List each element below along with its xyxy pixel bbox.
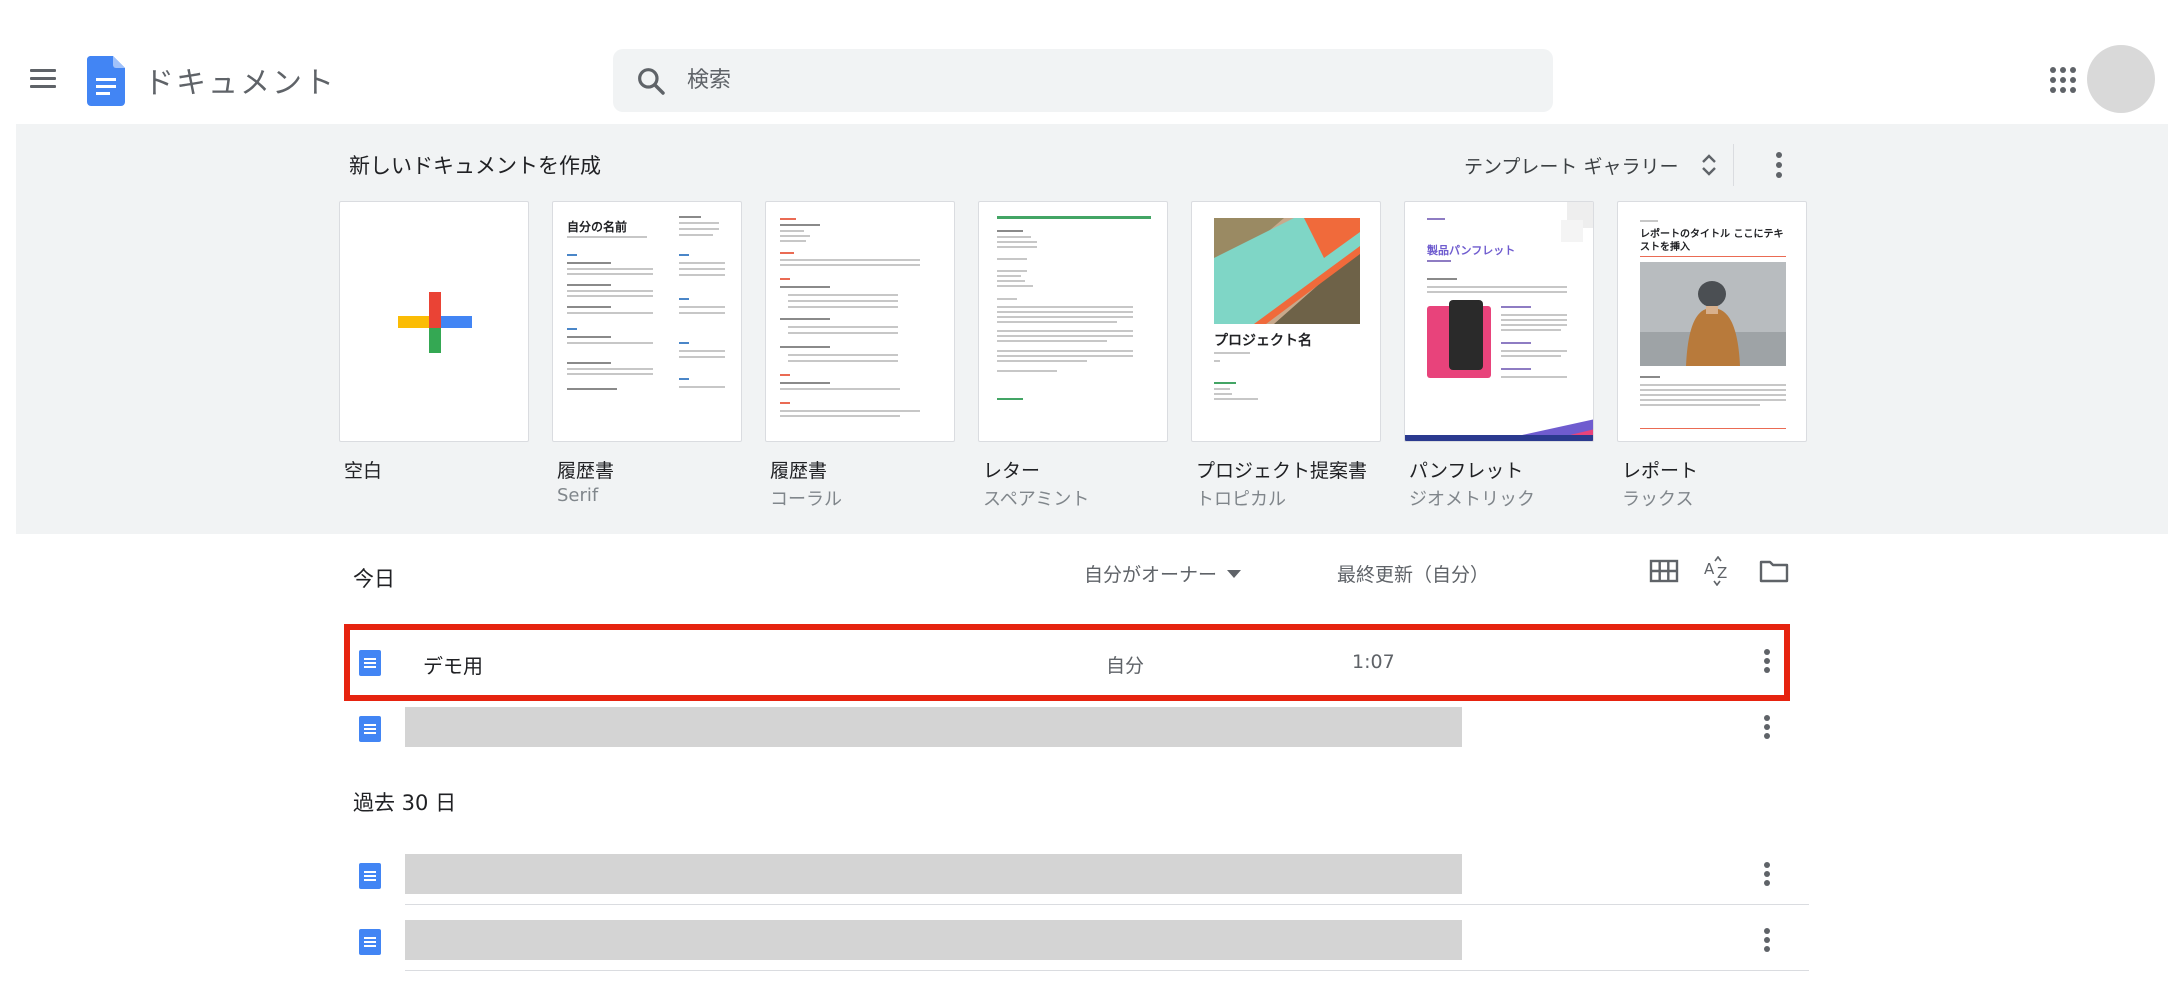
doc-file-icon [359,929,381,955]
row-divider [405,970,1809,971]
more-vert-icon[interactable] [1757,857,1777,891]
google-apps-icon[interactable] [2049,66,2077,94]
file-row[interactable]: デモ用 自分 1:07 [349,630,1809,692]
divider [1733,144,1734,186]
template-name: 履歴書 [770,460,828,482]
template-subtitle: トロピカル [1196,489,1286,510]
geometric-footer-art [1405,419,1593,441]
more-vert-icon[interactable] [1757,710,1777,744]
plus-icon [398,292,472,353]
svg-text:A: A [1704,560,1715,578]
sort-az-icon[interactable]: A Z [1702,556,1736,586]
template-report-luxe[interactable]: レポートのタイトル ここにテキストを挿入 レポート ラックス [1617,201,1807,511]
redacted-file-info [405,854,1462,894]
svg-text:Z: Z [1717,564,1727,582]
more-vert-icon[interactable] [1757,923,1777,957]
dropdown-caret-icon [1227,569,1242,578]
template-letter-spearmint[interactable]: レター スペアミント [978,201,1168,511]
geometric-artwork [1214,218,1360,324]
thumbnail-title: 製品パンフレット [1427,244,1516,257]
template-thumbnail[interactable] [339,201,529,442]
template-thumbnail[interactable] [978,201,1168,442]
template-subtitle: コーラル [770,489,842,510]
template-name: 履歴書 [557,460,615,482]
top-bar: ドキュメント [0,0,2182,124]
search-input[interactable] [687,61,1527,99]
thumbnail-title: レポートのタイトル ここにテキストを挿入 [1640,229,1784,253]
section-past-30-days: 過去 30 日 [353,791,457,815]
template-thumbnail[interactable]: プロジェクト名 [1191,201,1381,442]
template-name: 空白 [344,460,383,482]
file-modified-time: 1:07 [1352,651,1395,673]
template-thumbnail[interactable]: レポートのタイトル ここにテキストを挿入 [1617,201,1807,442]
redacted-file-info [405,707,1462,747]
template-gallery: 新しいドキュメントを作成 テンプレート ギャラリー 空白 自分の名前 履歴書 S… [16,124,2168,534]
template-subtitle: ジオメトリック [1409,489,1535,510]
app-title[interactable]: ドキュメント [144,58,336,102]
docs-logo-icon[interactable] [87,56,125,106]
report-photo [1640,262,1786,366]
last-modified-header[interactable]: 最終更新（自分） [1337,560,1489,587]
owner-filter-label: 自分がオーナー [1084,564,1218,586]
account-avatar[interactable] [2087,45,2155,113]
template-gallery-label: テンプレート ギャラリー [1464,155,1679,178]
template-brochure-geometric[interactable]: 製品パンフレット パンフレット ジオメトリック [1404,201,1594,511]
doc-file-icon [359,716,381,742]
search-icon[interactable] [635,65,667,97]
thumbnail-title: 自分の名前 [567,220,628,234]
template-project-proposal-tropical[interactable]: プロジェクト名 プロジェクト提案書 トロピカル [1191,201,1381,511]
grid-view-icon[interactable] [1647,556,1681,586]
template-thumbnail[interactable]: 自分の名前 [552,201,742,442]
template-subtitle: スペアミント [983,489,1090,510]
section-today: 今日 [353,567,395,591]
file-row[interactable] [349,843,1809,905]
template-name: レター [983,460,1041,482]
template-subtitle: ラックス [1622,489,1694,510]
file-row[interactable] [349,696,1809,758]
template-blank[interactable]: 空白 [339,201,529,485]
folder-picker-icon[interactable] [1757,556,1791,586]
template-thumbnail[interactable]: 製品パンフレット [1404,201,1594,442]
thumbnail-title: プロジェクト名 [1214,333,1312,349]
template-name: プロジェクト提案書 [1196,460,1368,482]
template-resume-coral[interactable]: 履歴書 コーラル [765,201,955,511]
file-name[interactable]: デモ用 [423,650,483,679]
main-menu-icon[interactable] [26,62,60,96]
template-subtitle: Serif [557,485,599,506]
file-owner: 自分 [1106,655,1145,677]
template-gallery-toggle[interactable]: テンプレート ギャラリー [1464,146,1718,184]
gallery-title: 新しいドキュメントを作成 [349,154,601,178]
template-name: レポート [1622,460,1699,482]
unfold-icon [1702,154,1717,176]
template-thumbnail[interactable] [765,201,955,442]
doc-file-icon [359,863,381,889]
row-divider [405,904,1809,905]
file-row[interactable] [349,909,1809,971]
owner-filter-dropdown[interactable]: 自分がオーナー [1084,560,1242,587]
more-vert-icon[interactable] [1757,644,1777,678]
template-name: パンフレット [1409,460,1524,482]
redacted-file-info [405,920,1462,960]
search-bar[interactable] [613,49,1553,112]
more-vert-icon[interactable] [1762,144,1796,186]
template-resume-serif[interactable]: 自分の名前 履歴書 Serif [552,201,742,506]
doc-file-icon [359,650,381,676]
